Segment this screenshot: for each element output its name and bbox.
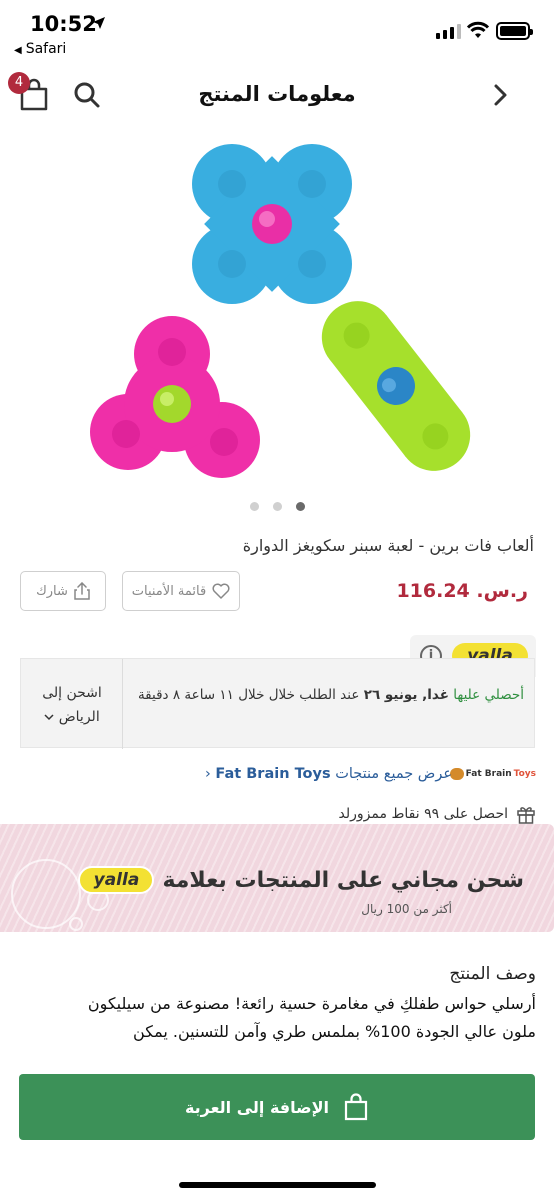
share-label: شارك: [36, 583, 68, 599]
chevron-down-icon: [44, 714, 54, 721]
add-to-cart-button[interactable]: الإضافة إلى العربة: [19, 1074, 535, 1140]
ship-to-selector[interactable]: اشحن إلى الرياض: [31, 681, 113, 729]
chevron-left-icon: ‹: [205, 766, 211, 782]
back-triangle-icon: ◀: [14, 45, 22, 56]
back-app-label: Safari: [25, 41, 67, 57]
delivery-green-text: أحصلي عليها: [453, 687, 524, 703]
banner-title: شحن مجاني على المنتجات بعلامة yalla: [78, 866, 524, 894]
cart-count-badge: 4: [8, 72, 30, 94]
description-heading: وصف المنتج: [449, 964, 536, 984]
carousel-dots[interactable]: [250, 502, 305, 511]
page-header: معلومات المنتج: [0, 64, 554, 128]
blue-spinner: [192, 144, 352, 304]
brand-row: Fat Brain Toys عرض جميع منتجات Fat Brain…: [20, 764, 536, 792]
location-arrow-icon: [93, 17, 105, 29]
delivery-rest-text: عند الطلب خلال خلال ١١ ساعة ٨ دقيقة: [137, 687, 360, 703]
status-bar: 10:52 ◀ Safari: [0, 0, 554, 64]
carousel-dot-active[interactable]: [296, 502, 305, 511]
back-chevron-icon[interactable]: [488, 82, 514, 108]
description-text: أرسلي حواس طفلكِ في مغامرة حسية رائعة! م…: [20, 990, 536, 1046]
ship-to-label: اشحن إلى: [42, 685, 102, 701]
product-price: ر.س. 116.24: [396, 580, 528, 602]
pink-spinner: [90, 316, 260, 478]
shopping-bag-icon: [344, 1093, 368, 1121]
points-text: احصل على ٩٩ نقاط ممزورلد: [338, 806, 508, 822]
wishlist-label: قائمة الأمنيات: [131, 583, 207, 599]
view-brand-products-link[interactable]: عرض جميع منتجات Fat Brain Toys ‹: [205, 766, 452, 782]
green-spinner: [321, 301, 471, 471]
city-name: الرياض: [58, 709, 100, 725]
description-line: أرسلي حواس طفلكِ في مغامرة حسية رائعة! م…: [87, 994, 536, 1013]
share-button[interactable]: شارك: [20, 571, 106, 611]
product-image[interactable]: [60, 140, 500, 496]
brand-link-prefix: عرض جميع منتجات: [335, 766, 452, 782]
ship-to-city[interactable]: الرياض: [31, 705, 113, 729]
delivery-divider: [122, 659, 123, 749]
banner-title-text: شحن مجاني على المنتجات بعلامة: [162, 867, 524, 893]
wishlist-button[interactable]: قائمة الأمنيات: [122, 571, 240, 611]
banner-yalla-badge: yalla: [78, 866, 155, 894]
carousel-dot[interactable]: [273, 502, 282, 511]
delivery-box: أحصلي عليها غدا, يونيو ٢٦ عند الطلب خلال…: [20, 658, 535, 749]
brand-logo[interactable]: Fat Brain Toys: [449, 768, 536, 780]
status-time: 10:52: [30, 12, 97, 36]
battery-icon: [496, 22, 533, 40]
product-title: ألعاب فات برين - لعبة سبنر سكويغز الدوار…: [242, 536, 534, 555]
heart-icon: [212, 583, 230, 599]
price-currency: ر.س.: [476, 580, 528, 602]
banner-subtitle: أكثر من 100 ريال: [361, 902, 452, 916]
carousel-dot[interactable]: [250, 502, 259, 511]
home-indicator[interactable]: [179, 1182, 376, 1188]
delivery-date: غدا, يونيو ٢٦: [363, 687, 449, 703]
free-shipping-banner[interactable]: شحن مجاني على المنتجات بعلامة yalla أكثر…: [0, 824, 554, 932]
search-icon[interactable]: [72, 80, 102, 110]
gift-icon: [517, 807, 535, 824]
back-to-app-link[interactable]: ◀ Safari: [14, 41, 66, 57]
cellular-signal-icon: [436, 24, 461, 39]
share-icon: [74, 582, 90, 600]
add-to-cart-label: الإضافة إلى العربة: [184, 1097, 330, 1117]
delivery-estimate: أحصلي عليها غدا, يونيو ٢٦ عند الطلب خلال…: [133, 683, 524, 707]
price-value: 116.24: [396, 580, 470, 602]
wifi-icon: [466, 21, 490, 38]
points-row: احصل على ٩٩ نقاط ممزورلد: [339, 804, 536, 824]
description-line: ملون عالي الجودة 100% بملمس طري وآمن للت…: [133, 1022, 536, 1041]
brand-name: Fat Brain Toys: [215, 766, 331, 782]
